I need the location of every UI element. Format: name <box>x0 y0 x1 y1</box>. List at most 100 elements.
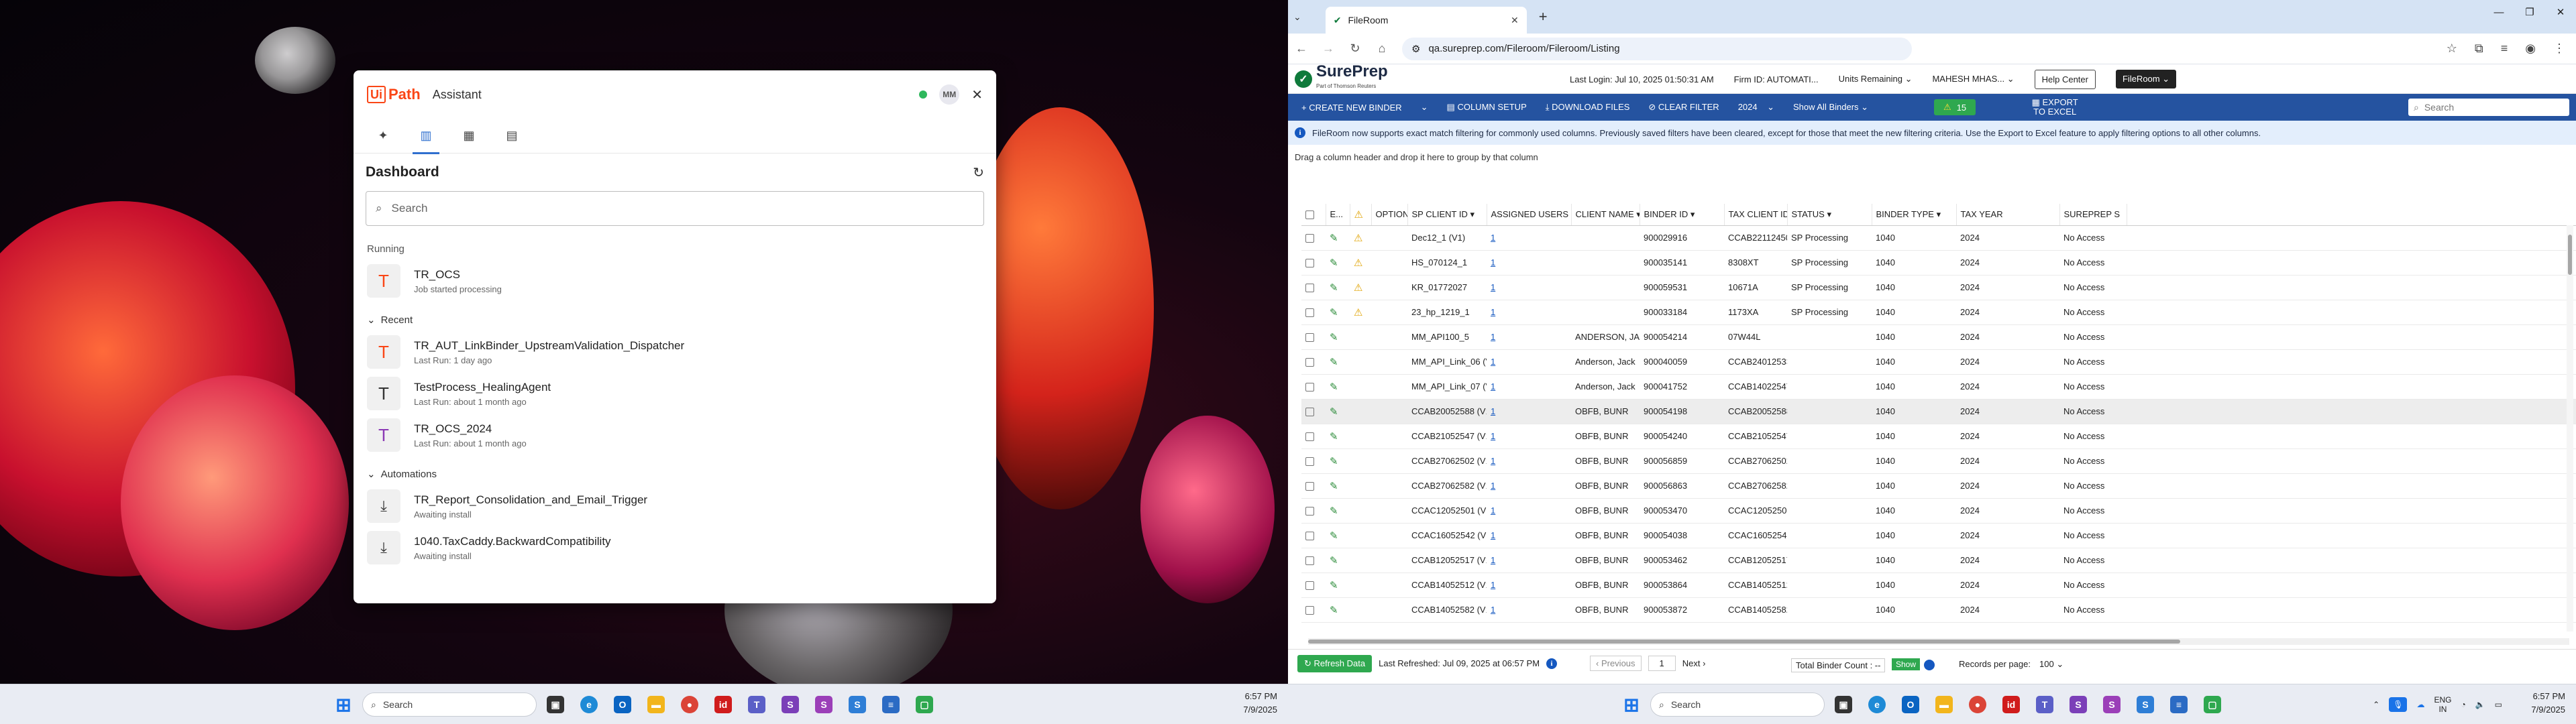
assigned-users-link[interactable]: 1 <box>1491 357 1495 367</box>
reload-icon[interactable]: ↻ <box>1348 42 1362 56</box>
sp-client-id-cell[interactable]: KR_01772027 <box>1407 275 1487 300</box>
taskbar-search[interactable]: ⌕ Search <box>1650 692 1825 717</box>
microphone-icon[interactable]: 🎙 <box>2389 697 2408 712</box>
assigned-users-link[interactable]: 1 <box>1491 555 1495 565</box>
file-explorer-icon[interactable]: ▬ <box>1929 690 1959 719</box>
language-indicator[interactable]: ENG IN <box>2434 695 2451 714</box>
row-checkbox[interactable] <box>1305 408 1314 417</box>
binder-search-input[interactable]: ⌕ Search <box>2408 99 2569 116</box>
row-checkbox[interactable] <box>1305 358 1314 367</box>
sp-client-id-header[interactable]: SP CLIENT ID ▾ <box>1407 204 1487 226</box>
notepad-icon[interactable]: ≡ <box>2164 690 2194 719</box>
studio-icon-3[interactable]: S <box>2131 690 2160 719</box>
row-options[interactable] <box>1371 473 1407 499</box>
app-id-icon[interactable]: id <box>708 690 738 719</box>
row-edit[interactable]: ✎ <box>1326 572 1350 598</box>
table-row[interactable]: ✎ MM_API_Link_07 (V1) 1 Anderson, Jack90004… <box>1301 374 2576 400</box>
status-header[interactable]: STATUS ▾ <box>1787 204 1872 226</box>
row-select[interactable] <box>1301 448 1326 474</box>
edge-icon[interactable]: e <box>574 690 604 719</box>
units-remaining-dropdown[interactable]: Units Remaining ⌄ <box>1839 74 1913 84</box>
edit-pencil-icon[interactable]: ✎ <box>1330 307 1338 318</box>
row-select[interactable] <box>1301 572 1326 598</box>
marketplace-tab-icon[interactable]: ▤ <box>502 127 521 145</box>
windows-start-icon[interactable]: ⊞ <box>329 690 358 719</box>
system-clock[interactable]: 6:57 PM 7/9/2025 <box>1243 690 1277 717</box>
sp-client-id-cell[interactable]: CCAC16052542 (V1) <box>1407 523 1487 548</box>
row-select[interactable] <box>1301 399 1326 424</box>
filter-icon[interactable]: ▾ <box>1827 209 1831 219</box>
row-select[interactable] <box>1301 374 1326 400</box>
sureprep-status-header[interactable]: SUREPREP S <box>2059 204 2127 226</box>
assigned-users-cell[interactable]: 1 <box>1487 225 1571 251</box>
sp-client-id-cell[interactable]: CCAB20052588 (V1) <box>1407 399 1487 424</box>
table-row[interactable]: ✎ CCAC16052542 (V1) 1 OBFB, BUNR 900054038 CC… <box>1301 523 2576 548</box>
studio-icon-2[interactable]: S <box>2097 690 2127 719</box>
row-options[interactable] <box>1371 523 1407 548</box>
browser-tab-fileroom[interactable]: ✔ FileRoom ✕ <box>1325 7 1527 34</box>
file-explorer-icon[interactable]: ▬ <box>641 690 671 719</box>
edit-pencil-icon[interactable]: ✎ <box>1330 257 1338 269</box>
row-select[interactable] <box>1301 597 1326 623</box>
automation-item[interactable]: ⤓ 1040.TaxCaddy.BackwardCompatibility Aw… <box>366 527 984 568</box>
app-id-icon[interactable]: id <box>1996 690 2026 719</box>
edge-icon[interactable]: e <box>1862 690 1892 719</box>
row-edit[interactable]: ✎ <box>1326 473 1350 499</box>
assigned-users-link[interactable]: 1 <box>1491 332 1495 342</box>
edit-pencil-icon[interactable]: ✎ <box>1330 357 1338 368</box>
assigned-users-cell[interactable]: 1 <box>1487 523 1571 548</box>
edit-pencil-icon[interactable]: ✎ <box>1330 580 1338 591</box>
assigned-users-link[interactable]: 1 <box>1491 233 1495 243</box>
row-select[interactable] <box>1301 548 1326 573</box>
row-checkbox[interactable] <box>1305 482 1314 491</box>
select-all-header[interactable] <box>1301 204 1326 226</box>
row-select[interactable] <box>1301 225 1326 251</box>
table-row[interactable]: ✎ MM_API_Link_06 (V1) 1 Anderson, Jack90004… <box>1301 349 2576 375</box>
assigned-users-cell[interactable]: 1 <box>1487 548 1571 573</box>
row-options[interactable] <box>1371 225 1407 251</box>
row-edit[interactable]: ✎ <box>1326 523 1350 548</box>
filter-icon[interactable]: ▾ <box>1690 209 1695 219</box>
sp-client-id-cell[interactable]: CCAB14052582 (V1) <box>1407 597 1487 623</box>
outlook-icon[interactable]: O <box>608 690 637 719</box>
assigned-users-cell[interactable]: 1 <box>1487 300 1571 325</box>
show-count-button[interactable]: Show <box>1892 658 1921 670</box>
minimize-icon[interactable]: — <box>2483 0 2514 24</box>
filter-icon[interactable]: ▾ <box>1937 209 1941 219</box>
edit-pencil-icon[interactable]: ✎ <box>1330 555 1338 566</box>
onedrive-icon[interactable]: ☁ <box>2416 700 2424 709</box>
edit-pencil-icon[interactable]: ✎ <box>1330 431 1338 442</box>
assigned-users-cell[interactable]: 1 <box>1487 250 1571 276</box>
create-binder-button[interactable]: + CREATE NEW BINDER <box>1301 103 1402 113</box>
row-edit[interactable]: ✎ <box>1326 374 1350 400</box>
row-checkbox[interactable] <box>1305 432 1314 442</box>
row-checkbox[interactable] <box>1305 556 1314 566</box>
notepad-icon[interactable]: ≡ <box>876 690 906 719</box>
row-options[interactable] <box>1371 374 1407 400</box>
client-name-header[interactable]: CLIENT NAME ▾ <box>1571 204 1640 226</box>
scroll-thumb[interactable] <box>2568 235 2572 275</box>
assigned-users-link[interactable]: 1 <box>1491 431 1495 441</box>
row-edit[interactable]: ✎ <box>1326 399 1350 424</box>
horizontal-scrollbar[interactable] <box>1308 638 2569 645</box>
assigned-users-cell[interactable]: 1 <box>1487 473 1571 499</box>
edit-pencil-icon[interactable]: ✎ <box>1330 381 1338 393</box>
row-checkbox[interactable] <box>1305 308 1314 318</box>
assigned-users-cell[interactable]: 1 <box>1487 374 1571 400</box>
vertical-scrollbar[interactable] <box>2567 225 2573 631</box>
volume-icon[interactable]: 🔈 <box>2475 700 2485 709</box>
row-edit[interactable]: ✎ <box>1326 275 1350 300</box>
table-row[interactable]: ✎ ⚠ Dec12_1 (V1) 1 900029916 CCAB22112450 SP P… <box>1301 225 2576 251</box>
sp-client-id-cell[interactable]: CCAB21052547 (V1) <box>1407 424 1487 449</box>
row-options[interactable] <box>1371 572 1407 598</box>
help-center-button[interactable]: Help Center <box>2034 69 2096 89</box>
assigned-users-cell[interactable]: 1 <box>1487 448 1571 474</box>
assigned-users-link[interactable]: 1 <box>1491 605 1495 615</box>
row-checkbox[interactable] <box>1305 606 1314 615</box>
row-select[interactable] <box>1301 275 1326 300</box>
row-options[interactable] <box>1371 498 1407 524</box>
assigned-users-cell[interactable]: 1 <box>1487 597 1571 623</box>
row-edit[interactable]: ✎ <box>1326 548 1350 573</box>
assigned-users-link[interactable]: 1 <box>1491 456 1495 466</box>
calendar-tab-icon[interactable]: ▦ <box>460 127 478 145</box>
